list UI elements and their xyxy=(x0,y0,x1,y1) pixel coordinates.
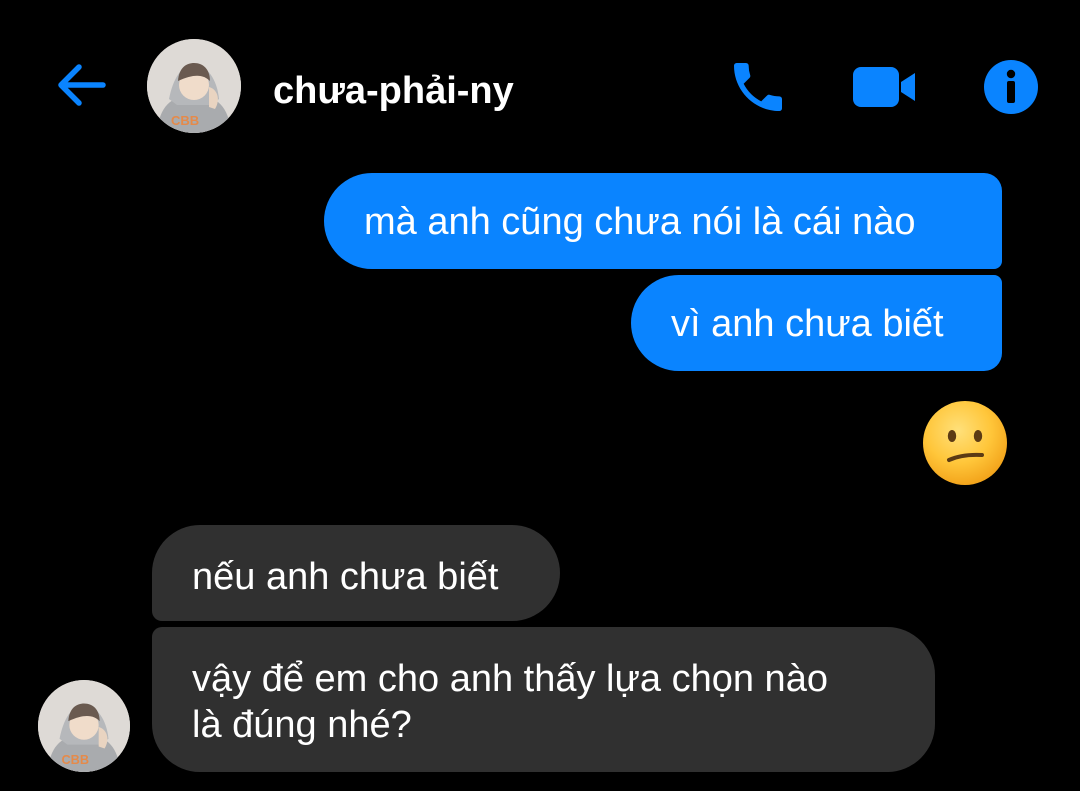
confused-face-icon xyxy=(923,401,1007,485)
chat-header: CBB chưa-phải-ny xyxy=(0,0,1080,170)
back-button[interactable] xyxy=(50,57,112,113)
info-icon xyxy=(984,60,1038,114)
avatar-photo: CBB xyxy=(38,680,130,772)
svg-text:CBB: CBB xyxy=(171,113,199,128)
message-text-line: vậy để em cho anh thấy lựa chọn nào xyxy=(192,658,828,700)
message-text-line: là đúng nhé? xyxy=(192,704,412,746)
svg-text:CBB: CBB xyxy=(61,752,89,767)
incoming-message-bubble[interactable]: nếu anh chưa biết xyxy=(152,525,560,621)
message-text: mà anh cũng chưa nói là cái nào xyxy=(364,201,916,243)
voice-call-button[interactable] xyxy=(722,52,794,122)
outgoing-message-bubble[interactable]: mà anh cũng chưa nói là cái nào xyxy=(324,173,1002,269)
outgoing-message-bubble[interactable]: vì anh chưa biết xyxy=(631,275,1002,371)
contact-avatar[interactable]: CBB xyxy=(147,39,241,133)
message-text: nếu anh chưa biết xyxy=(192,556,499,598)
video-call-button[interactable] xyxy=(845,56,923,118)
contact-name[interactable]: chưa-phải-ny xyxy=(273,66,514,116)
incoming-message-bubble[interactable]: vậy để em cho anh thấy lựa chọn nào là đ… xyxy=(152,627,935,772)
back-arrow-icon xyxy=(58,64,106,106)
sender-avatar[interactable]: CBB xyxy=(38,680,130,772)
message-text: vì anh chưa biết xyxy=(671,303,944,345)
video-camera-icon xyxy=(853,67,915,107)
info-button[interactable] xyxy=(978,55,1044,119)
phone-icon xyxy=(734,63,782,111)
avatar-photo: CBB xyxy=(147,39,241,133)
confused-face-emoji[interactable] xyxy=(922,400,1008,486)
